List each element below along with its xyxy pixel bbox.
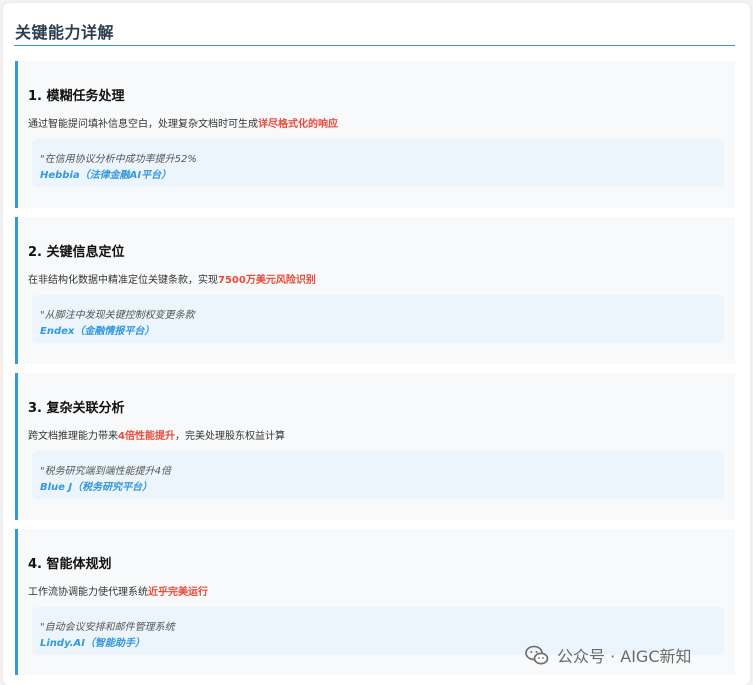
card-highlight: 7500万美元风险识别	[218, 275, 316, 286]
quote-source: Endex（金融情报平台）	[40, 326, 155, 337]
quote-box: "税务研究端到端性能提升4倍 Blue J（税务研究平台）	[32, 451, 724, 499]
quote-text: "自动会议安排和邮件管理系统	[40, 622, 175, 633]
card-title: 1. 模糊任务处理	[28, 89, 125, 104]
quote-box: "在信用协议分析中成功率提升52% Hebbia（法律金融AI平台）	[32, 139, 724, 187]
quote-text: "税务研究端到端性能提升4倍	[40, 466, 171, 477]
card-highlight: 4倍性能提升	[118, 431, 175, 442]
quote-source: Hebbia（法律金融AI平台）	[40, 170, 172, 181]
card-highlight: 详尽格式化的响应	[258, 119, 338, 130]
capability-card-2: 2. 关键信息定位 在非结构化数据中精准定位关键条款，实现7500万美元风险识别…	[15, 217, 735, 364]
card-title: 2. 关键信息定位	[28, 245, 125, 260]
capability-card-3: 3. 复杂关联分析 跨文档推理能力带来4倍性能提升，完美处理股东权益计算 "税务…	[15, 373, 735, 520]
quote-text: "从脚注中发现关键控制权变更条款	[40, 310, 195, 321]
card-description-text: 工作流协调能力使代理系统	[28, 587, 148, 598]
card-description-text: 通过智能提问填补信息空白，处理复杂文档时可生成	[28, 119, 258, 130]
quote-source: Blue J（税务研究平台）	[40, 482, 153, 493]
watermark-text: 公众号 · AIGC新知	[557, 647, 692, 666]
quote-box: "从脚注中发现关键控制权变更条款 Endex（金融情报平台）	[32, 295, 724, 343]
card-highlight: 近乎完美运行	[148, 587, 208, 598]
watermark: 公众号 · AIGC新知	[525, 643, 692, 667]
card-description-text: 在非结构化数据中精准定位关键条款，实现	[28, 275, 218, 286]
card-description-tail: ，完美处理股东权益计算	[174, 431, 285, 442]
wechat-icon	[525, 645, 549, 665]
section-title: 关键能力详解	[15, 23, 115, 42]
card-title: 3. 复杂关联分析	[28, 401, 125, 416]
card-title: 4. 智能体规划	[28, 557, 112, 572]
card-description: 通过智能提问填补信息空白，处理复杂文档时可生成详尽格式化的响应	[28, 115, 338, 130]
title-divider	[14, 45, 735, 46]
quote-source: Lindy.AI（智能助手）	[40, 638, 145, 649]
capability-card-1: 1. 模糊任务处理 通过智能提问填补信息空白，处理复杂文档时可生成详尽格式化的响…	[15, 61, 735, 208]
card-description-text: 跨文档推理能力带来	[28, 431, 118, 442]
quote-text: "在信用协议分析中成功率提升52%	[40, 154, 197, 165]
card-description: 工作流协调能力使代理系统近乎完美运行	[28, 583, 208, 598]
card-description: 跨文档推理能力带来4倍性能提升，完美处理股东权益计算	[28, 427, 285, 442]
card-description: 在非结构化数据中精准定位关键条款，实现7500万美元风险识别	[28, 271, 316, 286]
